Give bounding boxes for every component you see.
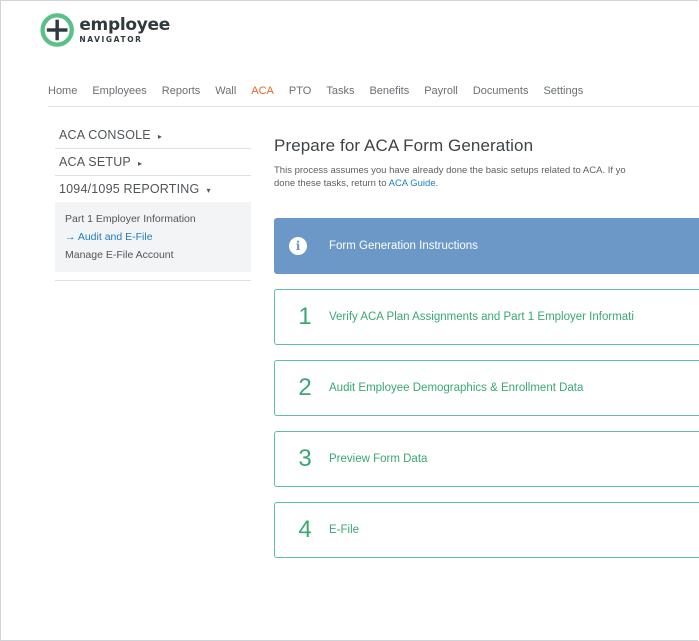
main-content: Prepare for ACA Form Generation This pro… [274,136,699,558]
nav-pto[interactable]: PTO [289,85,311,97]
step-number: 4 [298,516,312,543]
nav-settings[interactable]: Settings [543,85,583,97]
step-number: 1 [298,303,312,330]
step-2-audit-demographics[interactable]: 2 Audit Employee Demographics & Enrollme… [274,360,699,416]
intro-line-2-text: done these tasks, return to [274,178,389,189]
nav-divider [48,106,699,107]
step-number: 2 [298,374,312,401]
nav-payroll[interactable]: Payroll [424,85,458,97]
main-nav: Home Employees Reports Wall ACA PTO Task… [48,80,699,102]
nav-home[interactable]: Home [48,85,77,97]
employee-navigator-logo[interactable]: employee NAVIGATOR [40,8,170,52]
caret-down-icon: ▾ [206,186,211,195]
sidebar-section-label: 1094/1095 REPORTING [59,182,200,196]
sidebar-aca-setup[interactable]: ACA SETUP ▸ [55,149,251,176]
sidebar-item-manage-efile[interactable]: Manage E-File Account [65,246,243,264]
nav-tasks[interactable]: Tasks [326,85,354,97]
aca-guide-link[interactable]: ACA Guide [389,178,436,189]
sidebar-reporting[interactable]: 1094/1095 REPORTING ▾ [55,176,251,202]
sidebar-aca-console[interactable]: ACA CONSOLE ▸ [55,122,251,149]
step-label: Preview Form Data [329,453,428,465]
nav-documents[interactable]: Documents [473,85,529,97]
logo-globe-icon [40,13,74,47]
nav-aca[interactable]: ACA [251,85,274,97]
caret-right-icon: ▸ [157,132,163,141]
sidebar-item-employer-info[interactable]: Part 1 Employer Information [65,210,243,228]
sidebar-section-label: ACA CONSOLE [59,128,151,142]
sidebar-divider [55,280,251,281]
reporting-submenu: Part 1 Employer Information → Audit and … [55,202,251,272]
logo-subtitle: NAVIGATOR [79,34,143,44]
aca-sidebar: ACA CONSOLE ▸ ACA SETUP ▸ 1094/1095 REPORT… [55,122,251,281]
intro-line-1: This process assumes you have already do… [274,165,626,176]
caret-right-icon: ▸ [137,159,143,168]
nav-reports[interactable]: Reports [162,85,201,97]
step-label: Verify ACA Plan Assignments and Part 1 E… [329,311,634,323]
sidebar-item-audit-efile[interactable]: → Audit and E-File [65,228,243,246]
nav-wall[interactable]: Wall [215,85,236,97]
info-icon: i [289,237,307,255]
step-label: Audit Employee Demographics & Enrollment… [329,382,584,394]
step-label: E-File [329,524,360,536]
intro-text: This process assumes you have already do… [274,164,699,190]
step-3-preview-form[interactable]: 3 Preview Form Data [274,431,699,487]
intro-line-2-end: . [435,178,439,189]
step-1-verify-plan[interactable]: 1 Verify ACA Plan Assignments and Part 1… [274,289,699,345]
step-number: 3 [298,445,312,472]
step-4-efile[interactable]: 4 E-File [274,502,699,558]
logo-wordmark: employee [79,14,170,35]
sidebar-section-label: ACA SETUP [59,155,131,169]
nav-employees[interactable]: Employees [92,85,146,97]
nav-benefits[interactable]: Benefits [369,85,409,97]
intro-line-2: done these tasks, return to ACA Guide. [274,177,699,190]
info-bar-label: Form Generation Instructions [329,240,478,252]
form-generation-instructions-bar[interactable]: i Form Generation Instructions [274,218,699,274]
page-title: Prepare for ACA Form Generation [274,136,534,155]
